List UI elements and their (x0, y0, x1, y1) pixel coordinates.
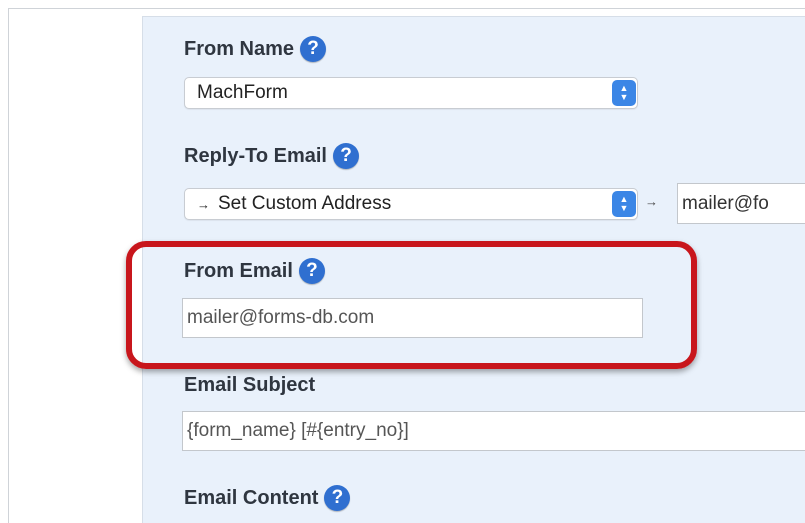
email-content-label: Email Content ? (184, 485, 351, 511)
select-stepper-icon: ▲ ▼ (612, 80, 636, 106)
help-icon[interactable]: ? (298, 258, 325, 284)
from-name-select[interactable]: MachForm ▲ ▼ (184, 77, 638, 109)
arrow-icon: → (645, 194, 658, 209)
select-stepper-icon: ▲ ▼ (612, 191, 636, 217)
help-icon[interactable]: ? (324, 485, 351, 511)
reply-to-select[interactable]: → Set Custom Address ▲ ▼ (184, 188, 638, 220)
reply-to-label: Reply-To Email ? (184, 143, 359, 169)
reply-to-selected: Set Custom Address (218, 193, 392, 214)
from-name-label: From Name ? (184, 36, 327, 62)
email-subject-label: Email Subject (184, 374, 316, 396)
from-email-input[interactable]: mailer@forms-db.com (182, 298, 643, 338)
help-icon[interactable]: ? (300, 36, 327, 62)
reply-to-custom-input[interactable]: mailer@fo (677, 183, 805, 224)
from-name-selected: MachForm (197, 82, 288, 103)
email-subject-input[interactable]: {form_name} [#{entry_no}] (182, 411, 805, 451)
help-icon[interactable]: ? (333, 143, 359, 169)
from-email-label: From Email ? (184, 258, 325, 284)
arrow-icon: → (197, 196, 210, 212)
